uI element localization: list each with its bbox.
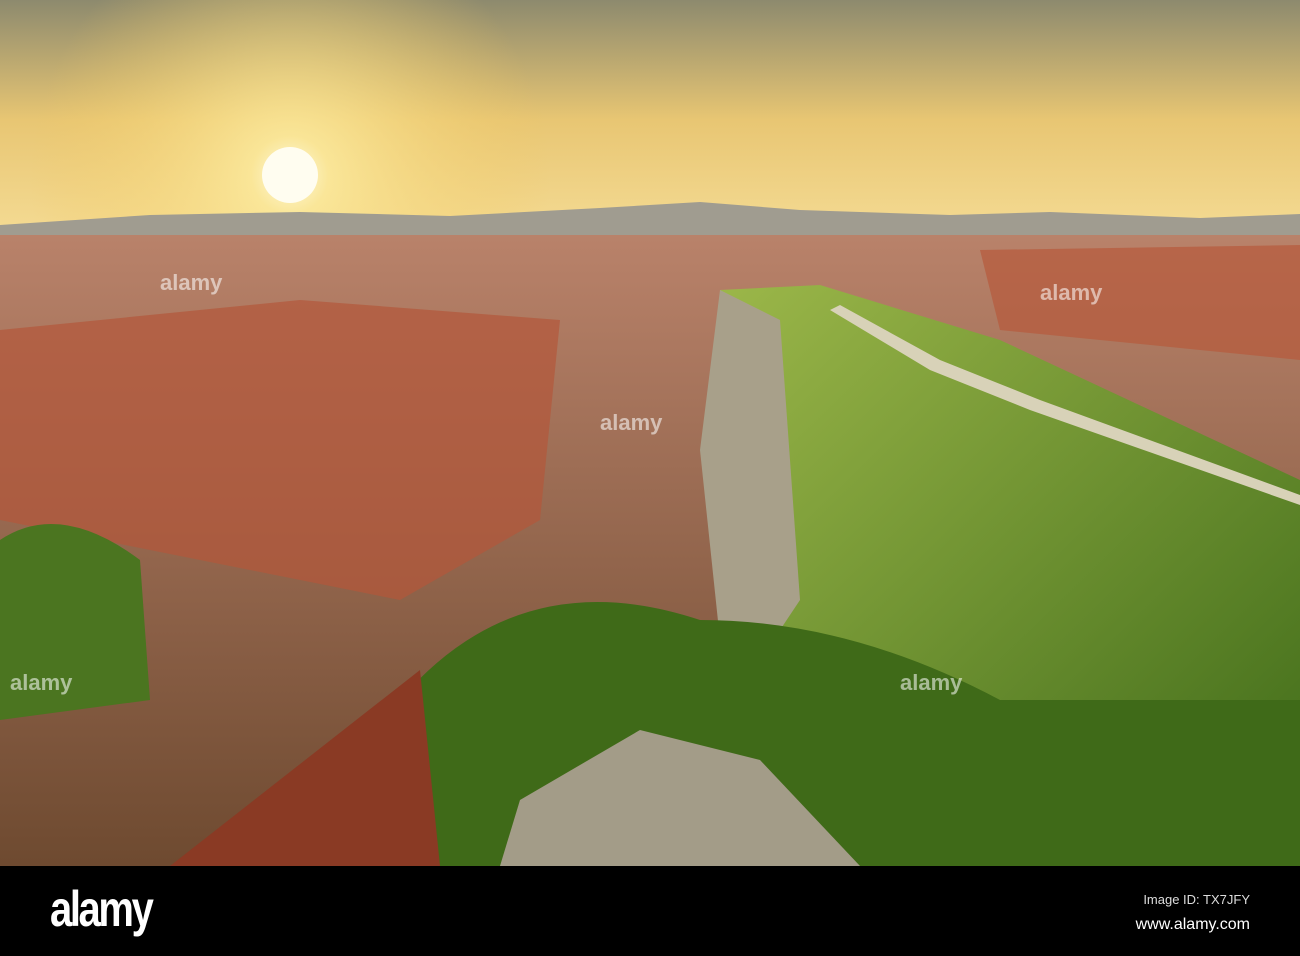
footer-bar: alamy Image ID: TX7JFY www.alamy.com bbox=[0, 866, 1300, 956]
site-url: www.alamy.com bbox=[1135, 916, 1250, 933]
watermark: alamy bbox=[160, 270, 223, 295]
image-id: Image ID: TX7JFY bbox=[1143, 892, 1250, 907]
watermark: alamy bbox=[900, 670, 963, 695]
stock-photo-page: alamy alamy alamy alamy alamy alamy Imag… bbox=[0, 0, 1300, 956]
alamy-logo: alamy bbox=[50, 881, 154, 937]
watermark: alamy bbox=[10, 670, 73, 695]
watermark: alamy bbox=[600, 410, 663, 435]
sun bbox=[262, 147, 318, 203]
watermark: alamy bbox=[1040, 280, 1103, 305]
sun-glow bbox=[0, 0, 1300, 240]
